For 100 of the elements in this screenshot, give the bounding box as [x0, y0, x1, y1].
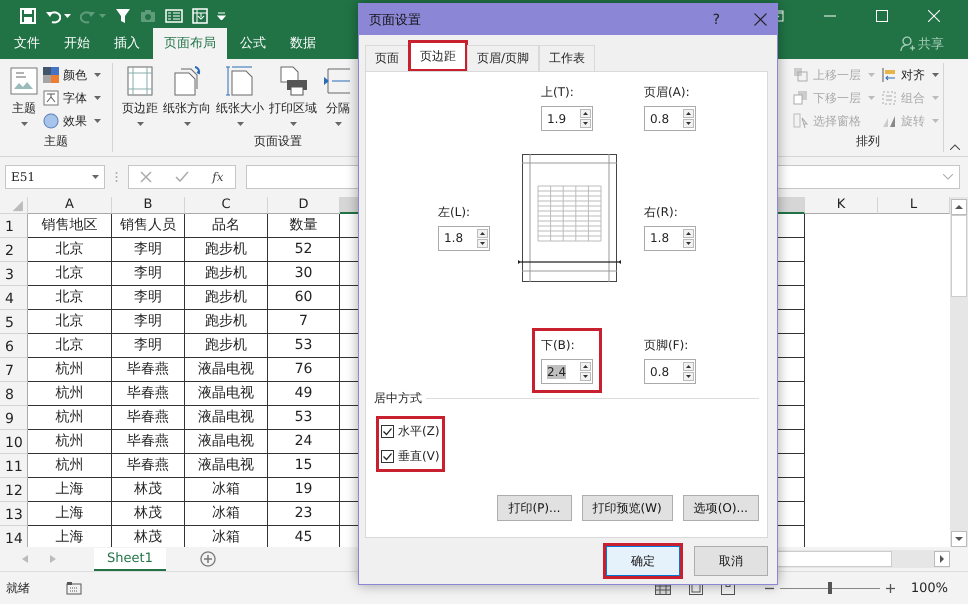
filter-icon[interactable]: [115, 8, 131, 24]
spin-down-icon[interactable]: [580, 119, 591, 128]
customize-icon[interactable]: [217, 12, 226, 20]
column-header[interactable]: A: [28, 197, 112, 214]
vertical-scrollbar[interactable]: [950, 197, 968, 547]
spin-up-icon[interactable]: [683, 228, 694, 238]
ribbon-button[interactable]: 分隔: [321, 65, 355, 133]
row-header[interactable]: 6: [0, 334, 28, 358]
scroll-down-icon[interactable]: [951, 531, 967, 547]
row-header[interactable]: 9: [0, 406, 28, 430]
checkbox[interactable]: [381, 450, 394, 463]
name-box[interactable]: E51: [5, 165, 105, 189]
column-header[interactable]: C: [185, 197, 268, 214]
spin-down-icon[interactable]: [477, 238, 488, 248]
spin-down-icon[interactable]: [683, 119, 694, 128]
dialog-tab[interactable]: 页边距: [409, 41, 467, 71]
row-header[interactable]: 12: [0, 478, 28, 502]
table-cell: 北京: [28, 310, 112, 334]
ribbon-button[interactable]: 主题: [8, 65, 40, 133]
table-cell: 林茂: [112, 478, 185, 502]
scrollbar-thumb[interactable]: [951, 215, 967, 297]
form-icon[interactable]: [165, 9, 183, 23]
spin-up-icon[interactable]: [580, 109, 591, 118]
spin-up-icon[interactable]: [683, 362, 694, 371]
dialog-tab[interactable]: 工作表: [539, 45, 596, 71]
caret-icon: [20, 122, 28, 126]
table-cell: 北京: [28, 286, 112, 310]
row-header[interactable]: 10: [0, 430, 28, 454]
spin-down-icon[interactable]: [683, 238, 694, 248]
number-field[interactable]: 1.8: [438, 226, 490, 250]
scroll-right-icon[interactable]: [934, 551, 950, 567]
ribbon-tab[interactable]: 公式: [229, 34, 277, 59]
status-text: 就绪: [6, 580, 30, 596]
number-field[interactable]: 1.9: [541, 106, 593, 131]
close-icon[interactable]: [754, 13, 767, 26]
table-cell: 53: [268, 334, 340, 358]
number-field[interactable]: 2.4: [541, 359, 593, 384]
ribbon-tab[interactable]: 数据: [279, 34, 327, 59]
column-header[interactable]: B: [112, 197, 185, 214]
ribbon-button[interactable]: 打印区域: [268, 65, 318, 133]
number-field[interactable]: 0.8: [644, 106, 696, 131]
spin-up-icon[interactable]: [580, 362, 591, 371]
number-field[interactable]: 0.8: [644, 359, 696, 384]
ribbon-tab[interactable]: 文件: [3, 34, 51, 59]
ribbon-tab[interactable]: 开始: [53, 34, 101, 59]
ribbon-button[interactable]: 纸张大小: [215, 65, 265, 133]
row-header[interactable]: 1: [0, 214, 28, 238]
align-icon: [881, 67, 897, 83]
table-cell: 49: [268, 382, 340, 406]
row-header[interactable]: 14: [0, 526, 28, 547]
maximize-icon[interactable]: [876, 10, 888, 22]
spin-up-icon[interactable]: [477, 228, 488, 238]
add-sheet-icon[interactable]: [200, 551, 216, 567]
row-header[interactable]: 2: [0, 238, 28, 262]
ribbon-tab[interactable]: 插入: [103, 34, 151, 59]
check-icon[interactable]: [175, 171, 190, 183]
checkbox[interactable]: [381, 425, 394, 438]
column-header[interactable]: L: [878, 197, 950, 214]
ribbon-button[interactable]: 对齐: [881, 65, 939, 85]
checkbox-label[interactable]: 水平(Z): [398, 423, 440, 440]
zoom-in-icon[interactable]: [886, 584, 895, 592]
ribbon-button[interactable]: 效果: [43, 111, 101, 131]
ribbon-button[interactable]: 字体: [43, 88, 101, 108]
insert-function-button[interactable]: fx: [212, 170, 224, 184]
caret-icon: [99, 14, 106, 18]
macro-record-icon[interactable]: [66, 581, 82, 595]
table-cell: 上海: [28, 478, 112, 502]
row-header[interactable]: 7: [0, 358, 28, 382]
help-button[interactable]: ?: [712, 12, 720, 28]
ribbon-button[interactable]: 颜色: [43, 65, 101, 85]
ok-button[interactable]: 确定: [606, 546, 680, 576]
column-header[interactable]: D: [268, 197, 340, 214]
column-header[interactable]: K: [805, 197, 878, 214]
row-header[interactable]: 11: [0, 454, 28, 478]
save-icon[interactable]: [20, 8, 36, 24]
spin-up-icon[interactable]: [683, 109, 694, 118]
row-header[interactable]: 13: [0, 502, 28, 526]
number-field[interactable]: 1.8: [644, 226, 696, 250]
dialog-button[interactable]: 打印预览(W): [582, 495, 673, 521]
cancel-button[interactable]: 取消: [694, 546, 768, 576]
sheet-tab[interactable]: Sheet1: [94, 548, 166, 570]
collapse-ribbon-icon[interactable]: [950, 144, 960, 150]
row-header[interactable]: 8: [0, 382, 28, 406]
spin-down-icon[interactable]: [580, 372, 591, 381]
dialog-button[interactable]: 选项(O)...: [682, 495, 759, 521]
zoom-out-icon[interactable]: [764, 586, 774, 590]
row-header[interactable]: 3: [0, 262, 28, 286]
dialog-tab[interactable]: 页眉/页脚: [467, 45, 540, 71]
dialog-button[interactable]: 打印(P)...: [497, 495, 572, 521]
row-header[interactable]: 5: [0, 310, 28, 334]
row-header[interactable]: 4: [0, 286, 28, 310]
pivot-icon[interactable]: [192, 8, 208, 24]
ribbon-button[interactable]: 页边距: [121, 65, 159, 133]
spin-down-icon[interactable]: [683, 372, 694, 381]
scroll-up-icon[interactable]: [951, 199, 967, 215]
ribbon-button[interactable]: 纸张方向: [162, 65, 212, 133]
dialog-tab[interactable]: 页面: [365, 45, 409, 71]
zoom-slider-thumb[interactable]: [828, 582, 832, 594]
checkbox-label[interactable]: 垂直(V): [398, 448, 440, 465]
ribbon-tab[interactable]: 页面布局: [153, 28, 227, 59]
